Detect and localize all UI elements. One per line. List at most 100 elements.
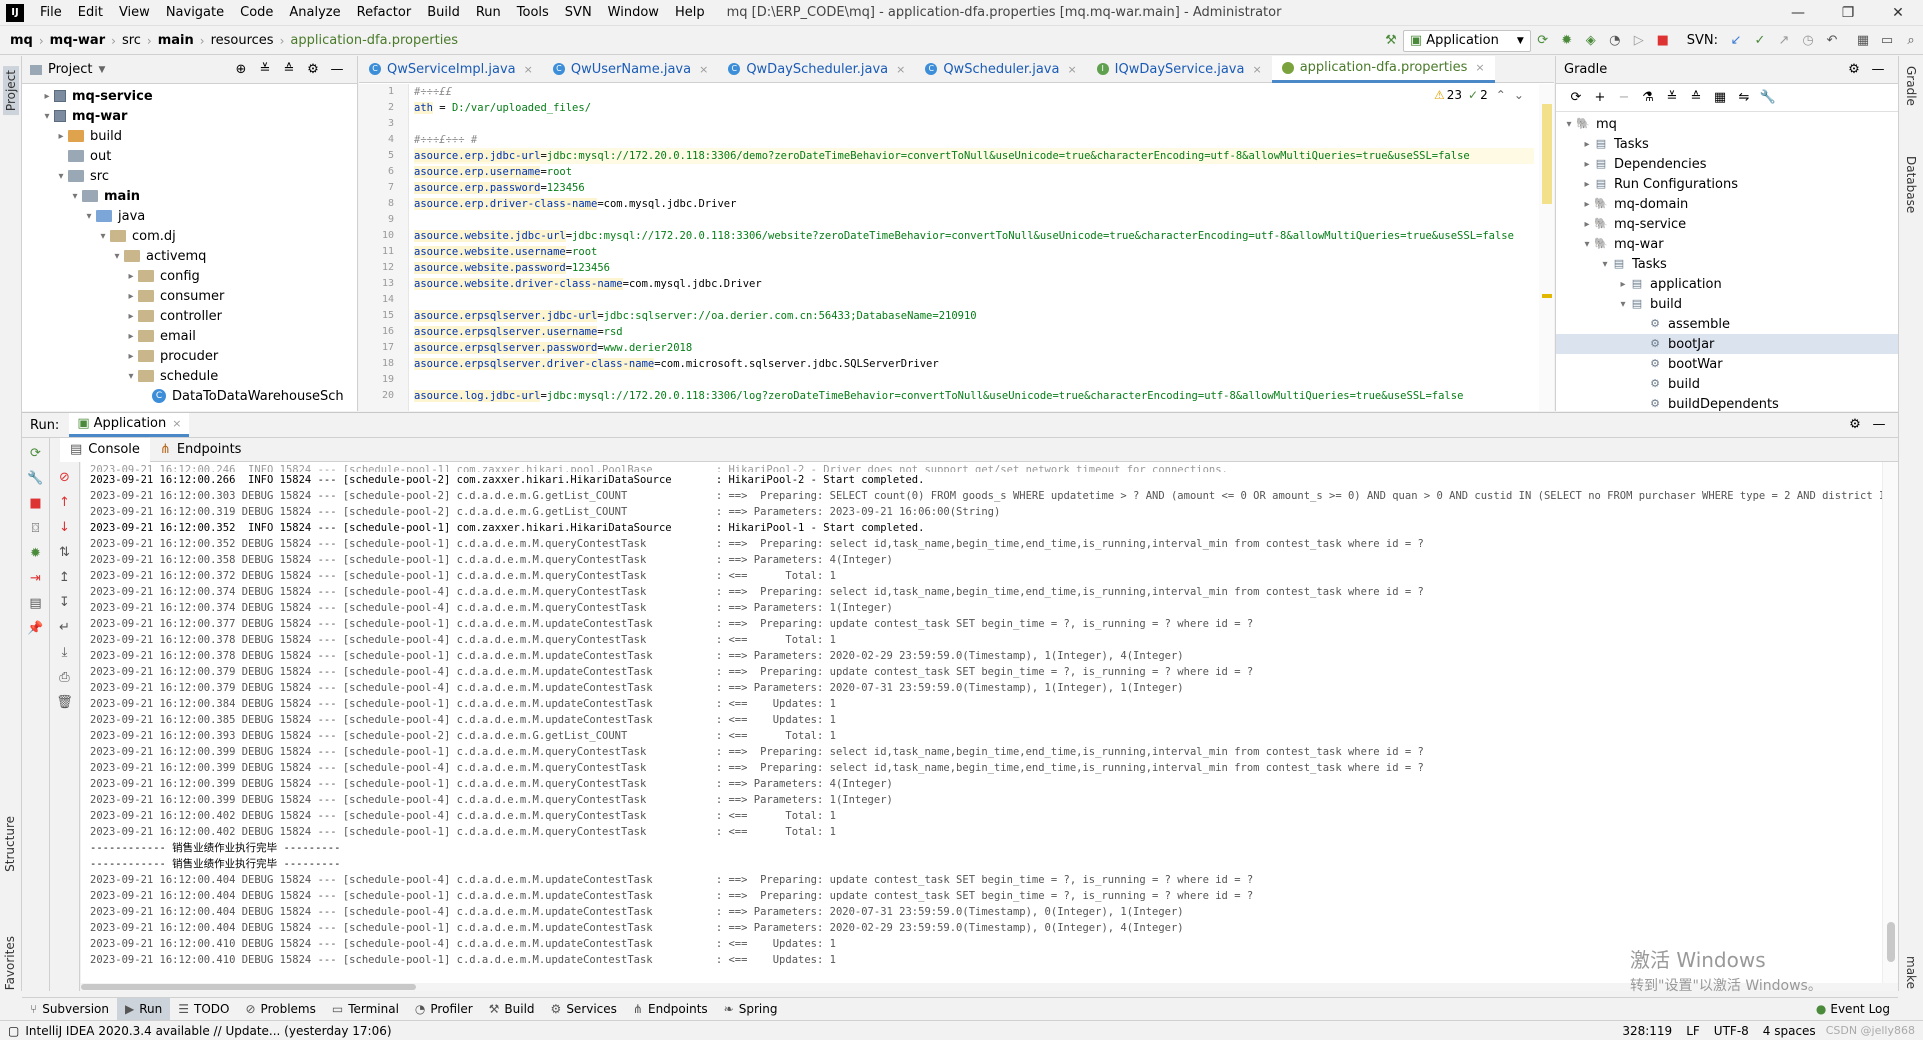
gear-icon[interactable]: ⚙ — [304, 61, 322, 79]
minimize-icon[interactable]: — — [1773, 5, 1823, 21]
code-line[interactable] — [414, 212, 1534, 228]
code-line[interactable]: asource.erpsqlserver.password=www.derier… — [414, 340, 1534, 356]
close-icon[interactable]: × — [524, 63, 533, 76]
locate-icon[interactable]: ⊕ — [232, 61, 250, 79]
project-tree-item[interactable]: ▸ consumer — [22, 286, 357, 306]
code-line[interactable]: asource.website.username=root — [414, 244, 1534, 260]
close-icon[interactable]: × — [896, 63, 905, 76]
tool-window-services[interactable]: ⚙ Services — [543, 998, 625, 1020]
chevron-down-icon[interactable]: ▾ — [96, 231, 110, 242]
chevron-down-icon[interactable]: ▾ — [54, 171, 68, 182]
caret-position[interactable]: 328:119 — [1622, 1024, 1672, 1038]
console-hscroll[interactable] — [81, 983, 1898, 991]
console-vscroll-thumb[interactable] — [1887, 922, 1895, 962]
menu-item-build[interactable]: Build — [419, 0, 468, 26]
gear-icon[interactable]: ⚙ — [1845, 61, 1863, 79]
make-tool-tab[interactable]: make — [1904, 956, 1918, 989]
gradle-tree-item[interactable]: ▸ ▤ Tasks — [1556, 134, 1898, 154]
menu-item-svn[interactable]: SVN — [557, 0, 600, 26]
chevron-down-icon[interactable]: ▾ — [82, 211, 96, 222]
project-tree-item[interactable]: ▸ config — [22, 266, 357, 286]
breadcrumb-item[interactable]: src — [118, 33, 145, 48]
gradle-tree-item[interactable]: ▸ ▤ Dependencies — [1556, 154, 1898, 174]
chevron-right-icon[interactable]: ▸ — [1580, 219, 1594, 230]
chevron-right-icon[interactable]: ▸ — [124, 271, 138, 282]
chevron-down-icon[interactable]: ▾ — [40, 111, 54, 122]
chevron-down-icon[interactable]: ▾ — [110, 251, 124, 262]
tool-window-subversion[interactable]: ⑂ Subversion — [22, 998, 117, 1020]
camera-icon[interactable]: ⌼ — [27, 520, 45, 538]
chevron-right-icon[interactable]: ▸ — [1580, 139, 1594, 150]
chevron-right-icon[interactable]: ▸ — [1580, 199, 1594, 210]
hide-icon[interactable]: — — [1870, 416, 1888, 434]
breadcrumb-item[interactable]: application-dfa.properties — [286, 33, 462, 48]
structure-tool-tab[interactable]: Structure — [3, 816, 17, 872]
tool-window-endpoints[interactable]: ⋔ Endpoints — [625, 998, 716, 1020]
tool-window-spring[interactable]: ❧ Spring — [716, 998, 786, 1020]
run-configuration-select[interactable]: ▣ Application ▼ — [1402, 29, 1531, 52]
clear-icon[interactable]: ⊘ — [56, 469, 74, 487]
menu-item-window[interactable]: Window — [600, 0, 667, 26]
exit-icon[interactable]: ⇥ — [27, 570, 45, 588]
chevron-up-icon[interactable]: ⌃ — [1496, 88, 1506, 102]
run-tab-console[interactable]: ▤ Console — [60, 437, 150, 462]
chevron-right-icon[interactable]: ▸ — [54, 131, 68, 142]
debug-icon[interactable]: ✹ — [27, 545, 45, 563]
gradle-tree-item[interactable]: ⚙ bootWar — [1556, 354, 1898, 374]
expand-all-icon[interactable]: ≚ — [256, 61, 274, 79]
inspection-widget[interactable]: ⚠ 23 ✓ 2 ⌃ ⌄ — [1434, 88, 1524, 102]
hide-icon[interactable]: — — [328, 61, 346, 79]
menu-item-code[interactable]: Code — [232, 0, 281, 26]
chevron-right-icon[interactable]: ▸ — [124, 331, 138, 342]
gradle-tree-item[interactable]: ▸ ▤ application — [1556, 274, 1898, 294]
menu-item-view[interactable]: View — [111, 0, 158, 26]
gradle-tree-item[interactable]: ▾ 🐘 mq — [1556, 114, 1898, 134]
wrench-icon[interactable]: 🔧 — [27, 470, 45, 488]
svn-update-icon[interactable]: ↙ — [1727, 32, 1745, 50]
chevron-down-icon[interactable]: ▾ — [1616, 299, 1630, 310]
menu-item-edit[interactable]: Edit — [70, 0, 111, 26]
menu-item-analyze[interactable]: Analyze — [281, 0, 348, 26]
chevron-right-icon[interactable]: ▸ — [124, 291, 138, 302]
breadcrumb-item[interactable]: mq — [6, 33, 37, 48]
close-icon[interactable]: × — [699, 63, 708, 76]
print-icon[interactable]: ⎙ — [56, 669, 74, 687]
tool-window-problems[interactable]: ⊘ Problems — [237, 998, 323, 1020]
chevron-right-icon[interactable]: ▸ — [1616, 279, 1630, 290]
gradle-tree-item[interactable]: ▾ ▤ build — [1556, 294, 1898, 314]
indent-setting[interactable]: 4 spaces — [1763, 1024, 1816, 1038]
chevron-down-icon[interactable]: ⌄ — [1514, 88, 1524, 102]
toggle-offline-icon[interactable]: ⇋ — [1735, 89, 1753, 107]
arrow-up-icon[interactable]: ↑ — [56, 494, 74, 512]
editor-tab[interactable]: application-dfa.properties × — [1271, 55, 1495, 83]
code-line[interactable]: #÷÷÷££ — [414, 84, 1534, 100]
svn-commit-icon[interactable]: ✓ — [1751, 32, 1769, 50]
project-tree-item[interactable]: out — [22, 146, 357, 166]
tool-window-run[interactable]: ▶ Run — [117, 997, 171, 1020]
close-icon[interactable]: × — [1252, 63, 1261, 76]
editor-tab[interactable]: C QwUserName.java × — [543, 56, 718, 83]
chevron-right-icon[interactable]: ▸ — [124, 311, 138, 322]
project-tree-item[interactable]: ▾ activemq — [22, 246, 357, 266]
tool-window-terminal[interactable]: ▭ Terminal — [324, 998, 407, 1020]
code-line[interactable] — [414, 116, 1534, 132]
code-line[interactable]: #÷÷÷£÷÷÷ # — [414, 132, 1534, 148]
soft-wrap-icon[interactable]: ↵ — [56, 619, 74, 637]
menu-item-help[interactable]: Help — [667, 0, 713, 26]
hide-icon[interactable]: — — [1869, 61, 1887, 79]
remove-icon[interactable]: − — [1615, 89, 1633, 107]
event-log-button[interactable]: ● Event Log — [1808, 998, 1898, 1020]
code-line[interactable]: asource.erp.username=root — [414, 164, 1534, 180]
restore-icon[interactable]: ❐ — [1823, 5, 1873, 21]
chevron-right-icon[interactable]: ▸ — [124, 351, 138, 362]
project-tree-item[interactable]: ▾ java — [22, 206, 357, 226]
code-line[interactable]: asource.erpsqlserver.jdbc-url=jdbc:sqlse… — [414, 308, 1534, 324]
editor-scrollbar[interactable] — [1539, 84, 1554, 411]
editor-tab[interactable]: C QwServiceImpl.java × — [359, 56, 543, 83]
project-tree-item[interactable]: ▸ mq-service — [22, 86, 357, 106]
editor-tab[interactable]: C QwScheduler.java × — [915, 56, 1086, 83]
more-run-icon[interactable]: ▷ — [1630, 32, 1648, 50]
down-icon[interactable]: ↧ — [56, 594, 74, 612]
project-tree-item[interactable]: ▾ com.dj — [22, 226, 357, 246]
console-vscroll[interactable] — [1882, 462, 1898, 983]
